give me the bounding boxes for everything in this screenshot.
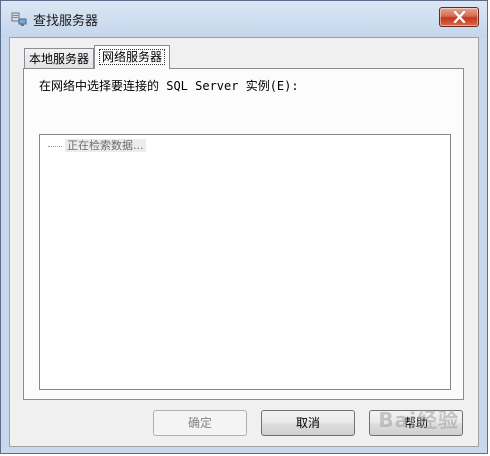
close-button[interactable] — [439, 7, 479, 27]
server-tree-list[interactable]: 正在检索数据... — [39, 134, 451, 390]
ok-button[interactable]: 确定 — [153, 410, 247, 436]
close-icon — [453, 11, 466, 23]
tree-item-retrieving[interactable]: 正在检索数据... — [48, 138, 146, 154]
tree-item-label: 正在检索数据... — [65, 139, 146, 152]
find-server-dialog: 查找服务器 本地服务器 网络服务器 在网络中选择要连接的 SQL Server … — [0, 0, 488, 454]
tab-network-server-label: 网络服务器 — [98, 49, 165, 65]
server-network-icon — [11, 11, 27, 27]
tab-network-server[interactable]: 网络服务器 — [94, 45, 170, 69]
tree-connector — [48, 145, 62, 147]
instance-prompt-label: 在网络中选择要连接的 SQL Server 实例(E): — [39, 79, 299, 93]
window-title: 查找服务器 — [33, 14, 99, 29]
dialog-client-area: 本地服务器 网络服务器 在网络中选择要连接的 SQL Server 实例(E):… — [9, 37, 479, 447]
cancel-button[interactable]: 取消 — [261, 410, 355, 436]
network-server-panel: 在网络中选择要连接的 SQL Server 实例(E): 正在检索数据... — [23, 68, 464, 400]
title-bar[interactable]: 查找服务器 — [1, 1, 487, 37]
watermark: Bai经验 — [378, 408, 459, 432]
tab-local-server[interactable]: 本地服务器 — [24, 48, 94, 68]
